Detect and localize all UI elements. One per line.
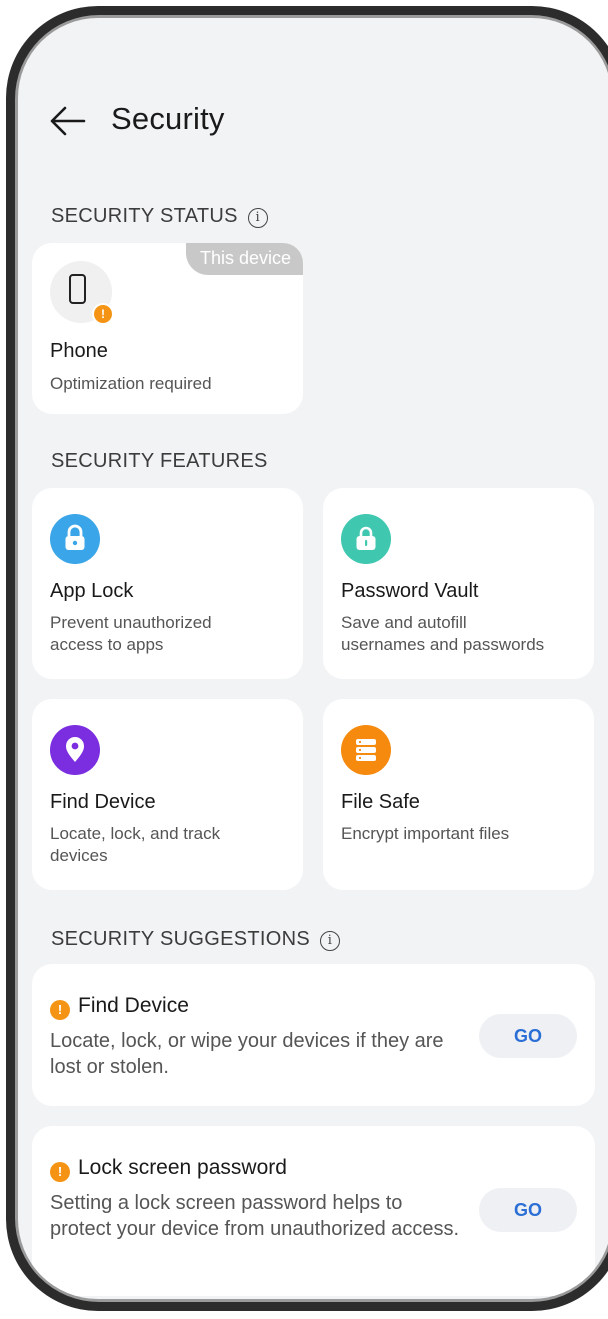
info-icon[interactable]: i	[320, 931, 341, 951]
suggestion-desc: Locate, lock, or wipe your devices if th…	[50, 1030, 444, 1078]
device-bezel: Security SECURITY STATUS i This device ! …	[15, 15, 608, 1302]
suggestion-title-row: ! Lock screen password	[50, 1156, 287, 1182]
lock-icon	[50, 514, 100, 564]
feature-desc-line: access to apps	[50, 635, 164, 654]
warning-icon: !	[50, 1000, 70, 1020]
phone-icon: !	[50, 261, 114, 325]
arrow-left-icon	[50, 106, 86, 136]
feature-card-find-device[interactable]: Find Device Locate, lock, and track devi…	[32, 699, 303, 890]
suggestion-title-row: ! Find Device	[50, 994, 189, 1020]
feature-desc: Locate, lock, and track devices	[50, 823, 220, 867]
feature-desc-line: Locate, lock, and track	[50, 824, 221, 843]
security-suggestions-title: SECURITY SUGGESTIONS	[51, 928, 311, 950]
location-pin-icon	[50, 725, 100, 775]
suggestion-title: Lock screen password	[78, 1156, 287, 1179]
security-status-heading: SECURITY STATUS i	[51, 205, 268, 228]
page-title: Security	[111, 101, 225, 136]
feature-desc: Prevent unauthorized access to apps	[50, 612, 212, 656]
feature-title: Password Vault	[341, 580, 479, 602]
feature-desc: Encrypt important files	[341, 823, 509, 845]
feature-desc: Save and autofill usernames and password…	[341, 612, 544, 656]
back-button[interactable]	[48, 104, 88, 138]
feature-title: File Safe	[341, 791, 420, 813]
password-vault-icon	[341, 514, 391, 564]
feature-title: Find Device	[50, 791, 156, 813]
security-suggestions-heading: SECURITY SUGGESTIONS i	[51, 928, 341, 951]
file-safe-icon	[341, 725, 391, 775]
feature-desc-line: Prevent unauthorized	[50, 613, 212, 632]
feature-card-password-vault[interactable]: Password Vault Save and autofill usernam…	[323, 488, 594, 679]
feature-desc-line: Encrypt important files	[341, 824, 510, 843]
suggestion-card-find-device[interactable]: ! Find Device Locate, lock, or wipe your …	[32, 964, 595, 1106]
warning-icon: !	[50, 1162, 70, 1182]
feature-card-app-lock[interactable]: App Lock Prevent unauthorized access to …	[32, 488, 303, 679]
feature-desc-line: usernames and passwords	[341, 635, 545, 654]
suggestion-title: Find Device	[78, 994, 189, 1017]
feature-title: App Lock	[50, 580, 134, 602]
feature-card-file-safe[interactable]: File Safe Encrypt important files	[323, 699, 594, 890]
device-card-title: Phone	[50, 340, 108, 362]
device-card-status: Optimization required	[50, 374, 212, 393]
warning-icon: !	[92, 303, 114, 325]
device-frame: Security SECURITY STATUS i This device ! …	[6, 6, 608, 1311]
suggestion-card-lock-screen-password[interactable]: ! Lock screen password Setting a lock scr…	[32, 1126, 595, 1296]
phone-shape	[69, 274, 86, 304]
device-status-card[interactable]: This device ! Phone Optimization require…	[32, 243, 303, 414]
feature-desc-line: Save and autofill	[341, 613, 467, 632]
go-button[interactable]: GO	[479, 1014, 577, 1058]
go-button[interactable]: GO	[479, 1188, 577, 1232]
screen: Security SECURITY STATUS i This device ! …	[18, 18, 608, 1299]
security-status-title: SECURITY STATUS	[51, 205, 238, 227]
suggestion-desc: Setting a lock screen password helps to …	[50, 1192, 460, 1240]
feature-desc-line: devices	[50, 846, 108, 865]
security-features-title: SECURITY FEATURES	[51, 450, 268, 472]
this-device-badge: This device	[185, 243, 303, 275]
info-icon[interactable]: i	[247, 208, 268, 228]
